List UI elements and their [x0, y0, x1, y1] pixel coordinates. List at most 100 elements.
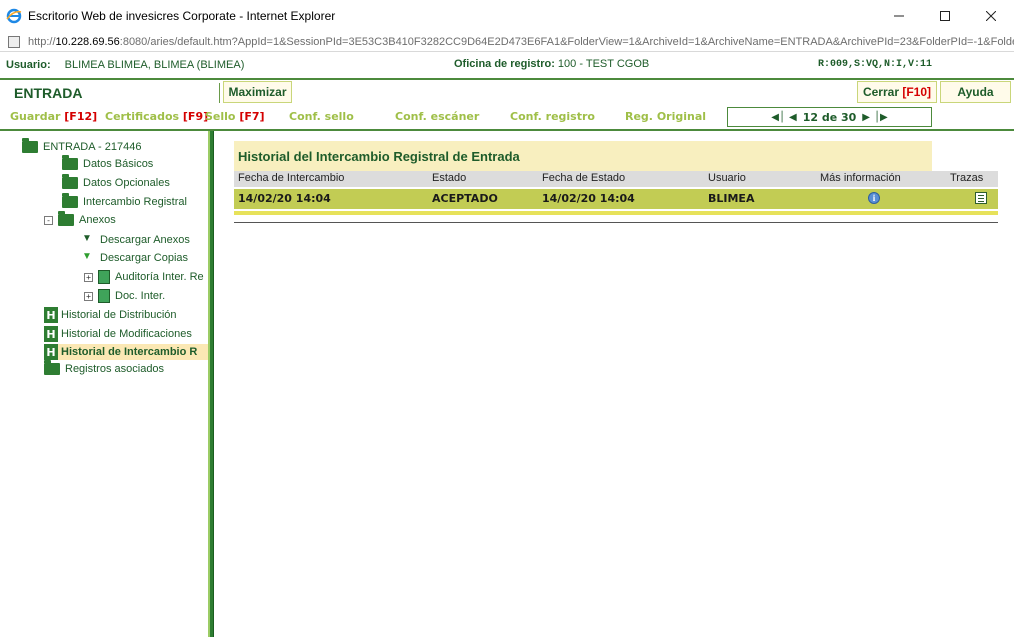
- column-header: Fecha de Intercambio: [238, 172, 345, 184]
- folder-icon: [62, 193, 78, 208]
- close-window-button[interactable]: [968, 0, 1014, 32]
- stamp-label: Sello: [205, 110, 236, 123]
- url-text[interactable]: http://10.228.69.56:8080/aries/default.h…: [28, 36, 1014, 48]
- download-icon: ▼: [82, 233, 92, 244]
- save-button[interactable]: Guardar [F12]: [10, 110, 97, 123]
- stamp-shortcut: [F7]: [239, 110, 265, 123]
- download-copies-icon: ▼: [82, 251, 92, 262]
- table-header: Fecha de Intercambio Estado Fecha de Est…: [234, 171, 998, 187]
- column-header: Usuario: [708, 172, 746, 184]
- tree-item-label: Doc. Inter.: [115, 290, 166, 302]
- user-value: BLIMEA BLIMEA, BLIMEA (BLIMEA): [64, 59, 245, 71]
- history-icon: H: [44, 326, 58, 342]
- office-label: Oficina de registro:: [454, 58, 555, 70]
- maximize-label: Maximizar: [228, 85, 287, 99]
- previous-record-icon[interactable]: ◀: [789, 112, 797, 123]
- info-icon[interactable]: i: [868, 192, 880, 204]
- tree-item-label: Descargar Copias: [100, 252, 189, 264]
- close-shortcut: [F10]: [902, 85, 932, 99]
- tree-item-label: Auditoría Inter. Re: [115, 271, 204, 283]
- url-prefix: http://: [28, 35, 56, 48]
- tree-item-label: Registros asociados: [65, 363, 165, 375]
- tree-item-historial-distribucion[interactable]: H Historial de Distribución: [44, 307, 177, 323]
- page-title: Historial del Intercambio Registral de E…: [238, 149, 520, 164]
- tree-root[interactable]: ENTRADA - 217446: [22, 138, 142, 153]
- folder-icon: [44, 360, 60, 375]
- stamp-button[interactable]: Sello [F7]: [205, 110, 265, 123]
- conf-stamp-button[interactable]: Conf. sello: [289, 110, 354, 123]
- tree-item-datos-basicos[interactable]: Datos Básicos: [62, 155, 154, 170]
- maximize-icon: [940, 11, 950, 21]
- page-icon: [8, 35, 20, 48]
- tree-item-label: Historial de Distribución: [61, 309, 177, 321]
- module-bar: ENTRADA Maximizar Cerrar [F10] Ayuda: [0, 80, 1014, 106]
- tree-item-label: Datos Opcionales: [83, 177, 170, 189]
- document-icon: [98, 289, 110, 303]
- tree-item-historial-modificaciones[interactable]: H Historial de Modificaciones: [44, 326, 192, 342]
- tree-item-label: Historial de Modificaciones: [61, 328, 192, 340]
- document-icon: [98, 270, 110, 284]
- tree-item-label: Datos Básicos: [83, 158, 154, 170]
- row-underline: [234, 211, 998, 215]
- tree-item-auditoria[interactable]: + Auditoría Inter. Re: [84, 270, 204, 284]
- table-row[interactable]: 14/02/20 14:04 ACEPTADO 14/02/20 14:04 B…: [234, 189, 998, 209]
- maximize-button[interactable]: [922, 0, 968, 32]
- certificates-label: Certificados: [105, 110, 180, 123]
- history-icon: H: [44, 307, 58, 323]
- expand-icon[interactable]: +: [84, 272, 93, 282]
- tree-item-label: Historial de Intercambio R: [61, 346, 198, 358]
- tree-item-label: Descargar Anexos: [100, 234, 190, 246]
- tree-item-historial-intercambio[interactable]: H Historial de Intercambio R: [44, 344, 208, 360]
- cell-usuario: BLIMEA: [708, 192, 755, 205]
- first-record-icon[interactable]: ◀│: [771, 112, 785, 123]
- save-label: Guardar: [10, 110, 61, 123]
- history-icon: H: [44, 344, 58, 360]
- reg-original-button[interactable]: Reg. Original: [625, 110, 706, 123]
- collapse-icon[interactable]: -: [44, 215, 53, 225]
- user-label: Usuario:: [6, 59, 51, 71]
- office-value: 100 - TEST CGOB: [557, 58, 650, 70]
- window-title: Escritorio Web de invesicres Corporate -…: [28, 9, 336, 23]
- internet-explorer-icon: [6, 8, 22, 24]
- open-folder-icon: [22, 138, 38, 153]
- tree-root-label: ENTRADA - 217446: [43, 141, 142, 153]
- navigation-tree: ENTRADA - 217446 Datos Básicos Datos Opc…: [0, 131, 208, 637]
- tree-item-anexos[interactable]: - Anexos: [44, 211, 116, 226]
- module-title: ENTRADA: [14, 85, 83, 101]
- maximize-module-button[interactable]: Maximizar: [223, 81, 292, 103]
- close-module-button[interactable]: Cerrar [F10]: [857, 81, 937, 103]
- url-host: 10.228.69.56: [55, 35, 120, 48]
- column-header: Fecha de Estado: [542, 172, 626, 184]
- trace-icon[interactable]: [975, 192, 987, 204]
- tree-item-registros-asociados[interactable]: Registros asociados: [44, 360, 165, 375]
- next-record-icon[interactable]: ▶: [862, 112, 870, 123]
- cell-fecha-intercambio: 14/02/20 14:04: [238, 192, 331, 205]
- conf-scanner-button[interactable]: Conf. escáner: [395, 110, 479, 123]
- tree-item-descargar-copias[interactable]: ▼ Descargar Copias: [82, 251, 188, 265]
- record-position: 12 de 30: [802, 110, 857, 124]
- last-record-icon[interactable]: │▶: [874, 112, 888, 123]
- main-panel: Historial del Intercambio Registral de E…: [216, 131, 1014, 637]
- action-toolbar: Guardar [F12] Certificados [F9] Sello [F…: [0, 107, 1014, 127]
- tree-item-doc-inter[interactable]: + Doc. Inter.: [84, 289, 165, 303]
- user-bar: Usuario: BLIMEA BLIMEA, BLIMEA (BLIMEA) …: [0, 53, 1014, 77]
- help-button[interactable]: Ayuda: [940, 81, 1011, 103]
- folder-icon: [62, 155, 78, 170]
- tree-item-intercambio-registral[interactable]: Intercambio Registral: [62, 193, 187, 208]
- panel-splitter[interactable]: [208, 131, 214, 637]
- minimize-button[interactable]: [876, 0, 922, 32]
- help-label: Ayuda: [957, 85, 994, 99]
- window-controls: [876, 0, 1014, 32]
- address-bar[interactable]: http://10.228.69.56:8080/aries/default.h…: [0, 32, 1014, 52]
- tree-item-descargar-anexos[interactable]: ▼ Descargar Anexos: [82, 233, 190, 247]
- expand-icon[interactable]: +: [84, 291, 93, 301]
- column-header: Trazas: [950, 172, 984, 184]
- column-header: Estado: [432, 172, 467, 184]
- close-icon: [986, 11, 996, 21]
- conf-register-button[interactable]: Conf. registro: [510, 110, 595, 123]
- folder-icon: [58, 211, 74, 226]
- certificates-button[interactable]: Certificados [F9]: [105, 110, 208, 123]
- cell-estado: ACEPTADO: [432, 192, 498, 205]
- tree-item-datos-opcionales[interactable]: Datos Opcionales: [62, 174, 170, 189]
- window-titlebar: Escritorio Web de invesicres Corporate -…: [0, 0, 1014, 32]
